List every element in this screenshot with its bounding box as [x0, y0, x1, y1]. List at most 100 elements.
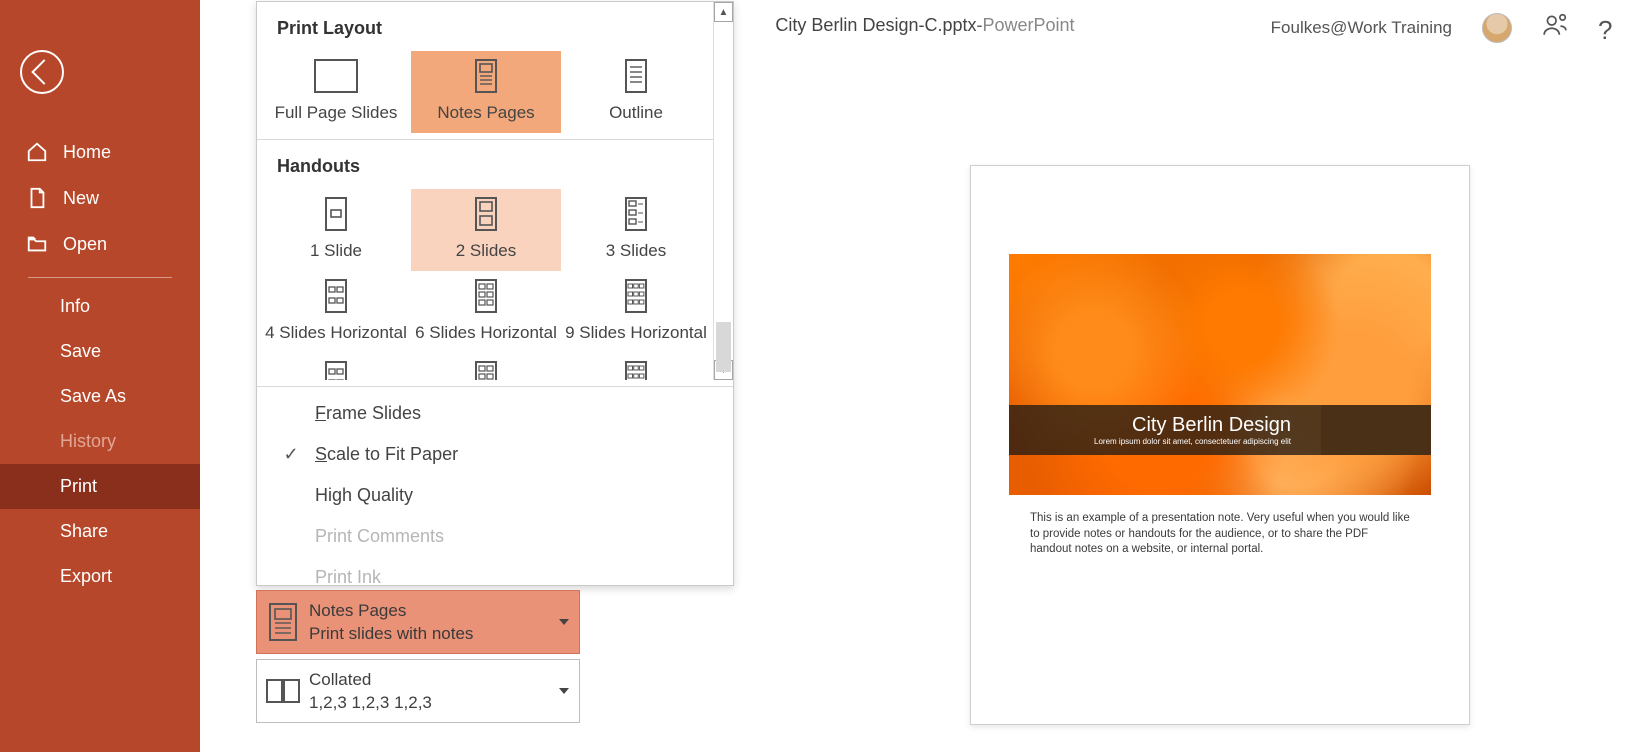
- setting-layout-sub: Print slides with notes: [309, 624, 473, 644]
- main-area: City Berlin Design-C.pptx - PowerPoint F…: [200, 0, 1650, 752]
- scroll-track[interactable]: [714, 22, 733, 360]
- print-layout-row: Full Page Slides Notes Pages Outline: [257, 51, 733, 133]
- handout-4h-icon: [314, 279, 358, 313]
- account-name[interactable]: Foulkes@Work Training: [1271, 18, 1452, 38]
- scroll-thumb[interactable]: [716, 322, 731, 372]
- chevron-down-icon: [559, 619, 569, 625]
- sidebar-label-save: Save: [60, 341, 101, 362]
- opt-scale-to-fit[interactable]: ✓ Scale to Fit Paper: [257, 434, 733, 475]
- sidebar-label-history: History: [60, 431, 116, 452]
- open-folder-icon: [26, 233, 48, 255]
- full-page-icon: [314, 59, 358, 93]
- sidebar-item-open[interactable]: Open: [0, 221, 200, 267]
- opt-6h-label: 6 Slides Horizontal: [415, 323, 557, 343]
- opt-3-slides[interactable]: 3 Slides: [561, 189, 711, 271]
- setting-layout-text: Notes Pages Print slides with notes: [309, 601, 473, 644]
- handouts-row-2: 4 Slides Horizontal 6 Slides Horizontal …: [257, 271, 733, 353]
- share-icon[interactable]: [1542, 12, 1568, 43]
- opt-full-page-slides[interactable]: Full Page Slides: [261, 51, 411, 133]
- chevron-down-icon-2: [559, 688, 569, 694]
- opt-9-slides-vertical[interactable]: [561, 353, 711, 380]
- handout-6h-icon: [464, 279, 508, 313]
- title-right-cluster: Foulkes@Work Training ?: [1271, 12, 1624, 43]
- print-settings-column: Notes Pages Print slides with notes Coll…: [256, 585, 580, 723]
- setting-collate-dropdown[interactable]: Collated 1,2,3 1,2,3 1,2,3: [256, 659, 580, 723]
- slide-notes-text: This is an example of a presentation not…: [1030, 511, 1410, 558]
- dropdown-scroll-area: Print Layout Full Page Slides Notes Page…: [257, 2, 733, 380]
- opt-4-slides-horizontal[interactable]: 4 Slides Horizontal: [261, 271, 411, 353]
- handouts-row-3: [257, 353, 733, 380]
- slide-subtitle: Lorem ipsum dolor sit amet, consectetuer…: [1029, 437, 1411, 446]
- opt-1-slide-label: 1 Slide: [310, 241, 362, 261]
- sidebar-label-new: New: [63, 188, 99, 209]
- sidebar-separator: [28, 277, 172, 278]
- sidebar-item-share[interactable]: Share: [0, 509, 200, 554]
- dropdown-options-list: Frame Slides ✓ Scale to Fit Paper High Q…: [257, 387, 733, 604]
- avatar-icon[interactable]: [1482, 13, 1512, 43]
- opt-outline[interactable]: Outline: [561, 51, 711, 133]
- opt-hq-label: High Quality: [315, 485, 413, 506]
- sidebar-label-saveas: Save As: [60, 386, 126, 407]
- slide-title-band: City Berlin Design Lorem ipsum dolor sit…: [1009, 405, 1431, 455]
- setting-collate-sub: 1,2,3 1,2,3 1,2,3: [309, 693, 432, 713]
- new-doc-icon: [26, 187, 48, 209]
- backstage-sidebar: Home New Open Info Save Save As History …: [0, 0, 200, 752]
- sidebar-item-home[interactable]: Home: [0, 129, 200, 175]
- opt-frame-label: Frame Slides: [315, 403, 421, 424]
- sidebar-item-export[interactable]: Export: [0, 554, 200, 599]
- opt-2-slides-label: 2 Slides: [456, 241, 516, 261]
- opt-2-slides[interactable]: 2 Slides: [411, 189, 561, 271]
- opt-frame-slides[interactable]: Frame Slides: [257, 393, 733, 434]
- handout-9h-icon: [614, 279, 658, 313]
- sidebar-item-new[interactable]: New: [0, 175, 200, 221]
- setting-collate-icon: [257, 676, 309, 706]
- sidebar-item-save[interactable]: Save: [0, 329, 200, 374]
- slide-thumbnail: City Berlin Design Lorem ipsum dolor sit…: [1009, 254, 1431, 495]
- sidebar-item-print[interactable]: Print: [0, 464, 200, 509]
- sidebar-item-info[interactable]: Info: [0, 284, 200, 329]
- opt-9h-label: 9 Slides Horizontal: [565, 323, 707, 343]
- setting-collate-text: Collated 1,2,3 1,2,3 1,2,3: [309, 670, 432, 713]
- sidebar-label-share: Share: [60, 521, 108, 542]
- handouts-row-1: 1 Slide 2 Slides 3 Slides: [257, 189, 733, 271]
- slide-background-image: [1009, 254, 1431, 495]
- sidebar-label-home: Home: [63, 142, 111, 163]
- opt-6-slides-vertical[interactable]: [411, 353, 561, 380]
- setting-layout-title: Notes Pages: [309, 601, 473, 621]
- sidebar-label-info: Info: [60, 296, 90, 317]
- opt-3-slides-label: 3 Slides: [606, 241, 666, 261]
- handout-9v-icon: [614, 361, 658, 380]
- help-icon[interactable]: ?: [1598, 15, 1624, 41]
- section-handouts: Handouts: [257, 140, 733, 189]
- app-name: PowerPoint: [983, 15, 1075, 36]
- opt-9-slides-horizontal[interactable]: 9 Slides Horizontal: [561, 271, 711, 353]
- opt-high-quality[interactable]: High Quality: [257, 475, 733, 516]
- slide-title: City Berlin Design: [1029, 414, 1411, 437]
- opt-full-page-label: Full Page Slides: [275, 103, 398, 123]
- scroll-up-button[interactable]: ▲: [714, 2, 733, 22]
- handout-6v-icon: [464, 361, 508, 380]
- sidebar-label-open: Open: [63, 234, 107, 255]
- opt-comments-label: Print Comments: [315, 526, 444, 547]
- handout-4v-icon: [314, 361, 358, 380]
- handout-2-icon: [464, 197, 508, 231]
- home-icon: [26, 141, 48, 163]
- opt-1-slide[interactable]: 1 Slide: [261, 189, 411, 271]
- opt-scale-label: Scale to Fit Paper: [315, 444, 458, 465]
- check-icon: ✓: [281, 444, 301, 465]
- opt-4h-label: 4 Slides Horizontal: [265, 323, 407, 343]
- print-preview-page: City Berlin Design Lorem ipsum dolor sit…: [970, 165, 1470, 725]
- sidebar-item-saveas[interactable]: Save As: [0, 374, 200, 419]
- opt-notes-pages[interactable]: Notes Pages: [411, 51, 561, 133]
- dropdown-scrollbar[interactable]: ▲ ▼: [713, 2, 733, 380]
- back-arrow-icon: [31, 59, 56, 84]
- opt-6-slides-horizontal[interactable]: 6 Slides Horizontal: [411, 271, 561, 353]
- back-button[interactable]: [20, 50, 64, 94]
- opt-4-slides-vertical[interactable]: [261, 353, 411, 380]
- handout-3-icon: [614, 197, 658, 231]
- document-title: City Berlin Design-C.pptx: [775, 15, 976, 36]
- setting-layout-dropdown[interactable]: Notes Pages Print slides with notes: [256, 590, 580, 654]
- section-print-layout: Print Layout: [257, 2, 733, 51]
- sidebar-item-history: History: [0, 419, 200, 464]
- print-layout-dropdown: Print Layout Full Page Slides Notes Page…: [256, 1, 734, 586]
